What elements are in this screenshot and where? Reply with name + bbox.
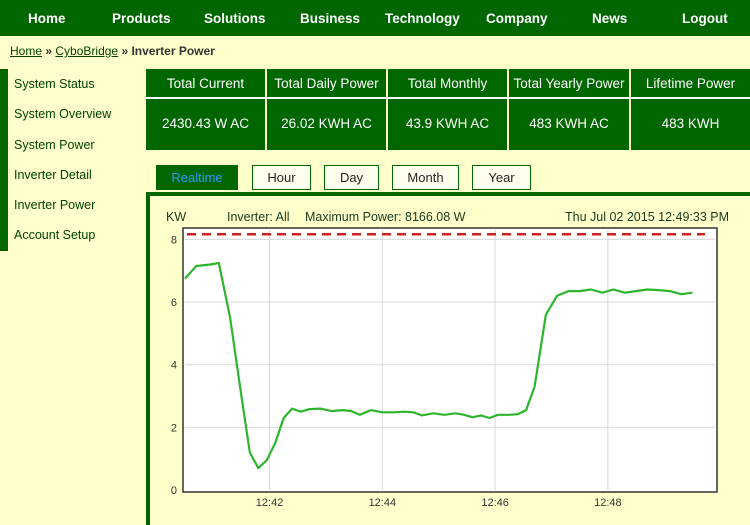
stat-label: Total Current [146, 69, 265, 99]
tab-hour[interactable]: Hour [252, 165, 311, 190]
x-tick-labels: 12:42 12:44 12:46 12:48 [256, 497, 622, 509]
stat-label: Lifetime Power [631, 69, 750, 99]
nav-home[interactable]: Home [28, 0, 66, 36]
y-tick-label: 4 [171, 360, 177, 372]
sidebar-item-inverter-detail[interactable]: Inverter Detail [8, 160, 140, 190]
nav-business[interactable]: Business [300, 0, 360, 36]
stat-value: 483 KWH AC [529, 116, 609, 131]
nav-technology[interactable]: Technology [385, 0, 460, 36]
plot-background [182, 227, 718, 493]
breadcrumb-home-link[interactable]: Home [10, 44, 42, 58]
tab-day[interactable]: Day [324, 165, 379, 190]
y-tick-label: 6 [171, 297, 177, 309]
stat-label: Total Daily Power [267, 69, 386, 99]
sidebar-item-system-power[interactable]: System Power [8, 130, 140, 160]
power-chart: 0 2 4 6 8 12:42 12:44 12:46 12:48 [171, 227, 718, 509]
y-tick-label: 0 [171, 485, 177, 497]
x-tick-label: 12:48 [594, 497, 622, 509]
y-tick-labels: 0 2 4 6 8 [171, 234, 177, 497]
breadcrumb-separator: » [121, 44, 129, 58]
stat-value: 2430.43 W AC [161, 116, 250, 131]
nav-solutions[interactable]: Solutions [204, 0, 266, 36]
breadcrumb-cybobridge-link[interactable]: CyboBridge [55, 44, 118, 58]
tab-month[interactable]: Month [392, 165, 459, 190]
x-tick-label: 12:42 [256, 497, 284, 509]
nav-news[interactable]: News [592, 0, 627, 36]
stat-label: Total Yearly Power [509, 69, 629, 99]
tab-realtime[interactable]: Realtime [156, 165, 238, 190]
stat-total-monthly: Total Monthly 43.9 KWH AC [388, 69, 507, 150]
sidebar-item-system-overview[interactable]: System Overview [8, 99, 140, 129]
sidebar-item-inverter-power[interactable]: Inverter Power [8, 190, 140, 220]
stat-value: 26.02 KWH AC [281, 116, 372, 131]
stat-total-yearly-power: Total Yearly Power 483 KWH AC [509, 69, 629, 150]
top-nav: Home Products Solutions Business Technol… [0, 0, 750, 36]
tab-year[interactable]: Year [472, 165, 531, 190]
chart-unit-label: KW [166, 210, 187, 224]
chart-timestamp: Thu Jul 02 2015 12:49:33 PM [565, 210, 730, 224]
stat-total-current: Total Current 2430.43 W AC [146, 69, 265, 150]
chart-inverter-label: Inverter: All [227, 210, 290, 224]
sidebar: System Status System Overview System Pow… [0, 69, 140, 251]
stat-lifetime-power: Lifetime Power 483 KWH [631, 69, 750, 150]
stat-value: 43.9 KWH AC [405, 116, 490, 131]
x-tick-label: 12:46 [481, 497, 509, 509]
breadcrumb: Home » CyboBridge » Inverter Power [10, 44, 215, 58]
nav-company[interactable]: Company [486, 0, 548, 36]
nav-logout[interactable]: Logout [682, 0, 728, 36]
breadcrumb-current: Inverter Power [131, 44, 215, 58]
chart-max-power-label: Maximum Power: 8166.08 W [305, 210, 466, 224]
stat-total-daily-power: Total Daily Power 26.02 KWH AC [267, 69, 386, 150]
stat-label: Total Monthly [388, 69, 507, 99]
y-tick-label: 8 [171, 234, 177, 246]
sidebar-item-account-setup[interactable]: Account Setup [8, 220, 140, 250]
sidebar-item-system-status[interactable]: System Status [8, 69, 140, 99]
stat-value: 483 KWH [661, 116, 720, 131]
x-tick-label: 12:44 [369, 497, 397, 509]
nav-products[interactable]: Products [112, 0, 171, 36]
breadcrumb-separator: » [45, 44, 53, 58]
y-tick-label: 2 [171, 422, 177, 434]
stats-panel: Total Current 2430.43 W AC Total Daily P… [146, 69, 750, 150]
